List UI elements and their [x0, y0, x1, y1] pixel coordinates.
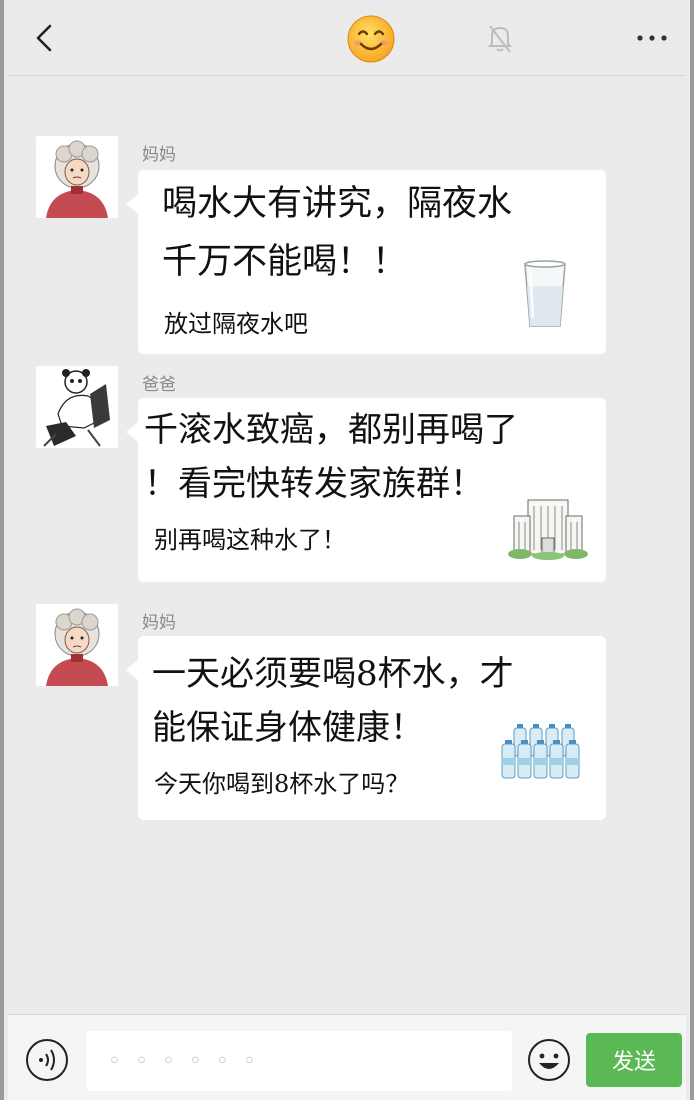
panda-man-avatar[interactable]: [36, 366, 118, 448]
message-headline-line: 一天必须要喝8杯水，才: [152, 654, 514, 694]
water-glass-illustration: [522, 260, 568, 334]
chat-screen: 妈妈 喝水大有讲究，隔夜水 千万不能喝！！ 放过隔夜水吧 爸爸 千滚水致癌，都别…: [0, 0, 694, 1100]
message-headline-line: 能保证身体健康！: [152, 708, 424, 748]
chat-header: [8, 0, 686, 76]
chat-input-bar: 发送: [8, 1014, 686, 1100]
message-caption: 放过隔夜水吧: [164, 310, 308, 338]
message-caption: 别再喝这种水了！: [154, 526, 346, 554]
message-headline-line: ！看完快转发家族群！: [144, 464, 484, 504]
bell-off-icon: [482, 20, 518, 56]
message-bubble[interactable]: 一天必须要喝8杯水，才 能保证身体健康！ 今天你喝到8杯水了吗？: [126, 636, 606, 820]
sender-name: 妈妈: [142, 145, 176, 165]
grandma-avatar[interactable]: [36, 136, 118, 218]
message-headline-line: 千滚水致癌，都别再喝了: [144, 410, 518, 450]
message-bubble[interactable]: 千滚水致癌，都别再喝了 ！看完快转发家族群！ 别再喝这种水了！: [126, 398, 606, 582]
grandma-avatar[interactable]: [36, 604, 118, 686]
water-bottles-illustration: [498, 722, 584, 786]
message-headline-line: 喝水大有讲究，隔夜水: [162, 184, 513, 224]
message-bubble[interactable]: 喝水大有讲究，隔夜水 千万不能喝！！ 放过隔夜水吧: [126, 170, 606, 354]
voice-input-icon[interactable]: [24, 1037, 70, 1083]
message-caption: 今天你喝到8杯水了吗？: [154, 770, 410, 798]
more-options-icon[interactable]: [632, 20, 672, 56]
sender-name: 妈妈: [142, 613, 176, 633]
emoji-face-icon[interactable]: [526, 1037, 572, 1083]
hospital-building-illustration: [508, 490, 588, 564]
sender-name: 爸爸: [142, 375, 176, 395]
message-input[interactable]: [86, 1031, 512, 1091]
send-button[interactable]: 发送: [586, 1033, 682, 1087]
smiling-face-emoji-icon: [346, 14, 396, 64]
message-headline-line: 千万不能喝！！: [162, 242, 408, 282]
back-icon[interactable]: [30, 20, 60, 56]
